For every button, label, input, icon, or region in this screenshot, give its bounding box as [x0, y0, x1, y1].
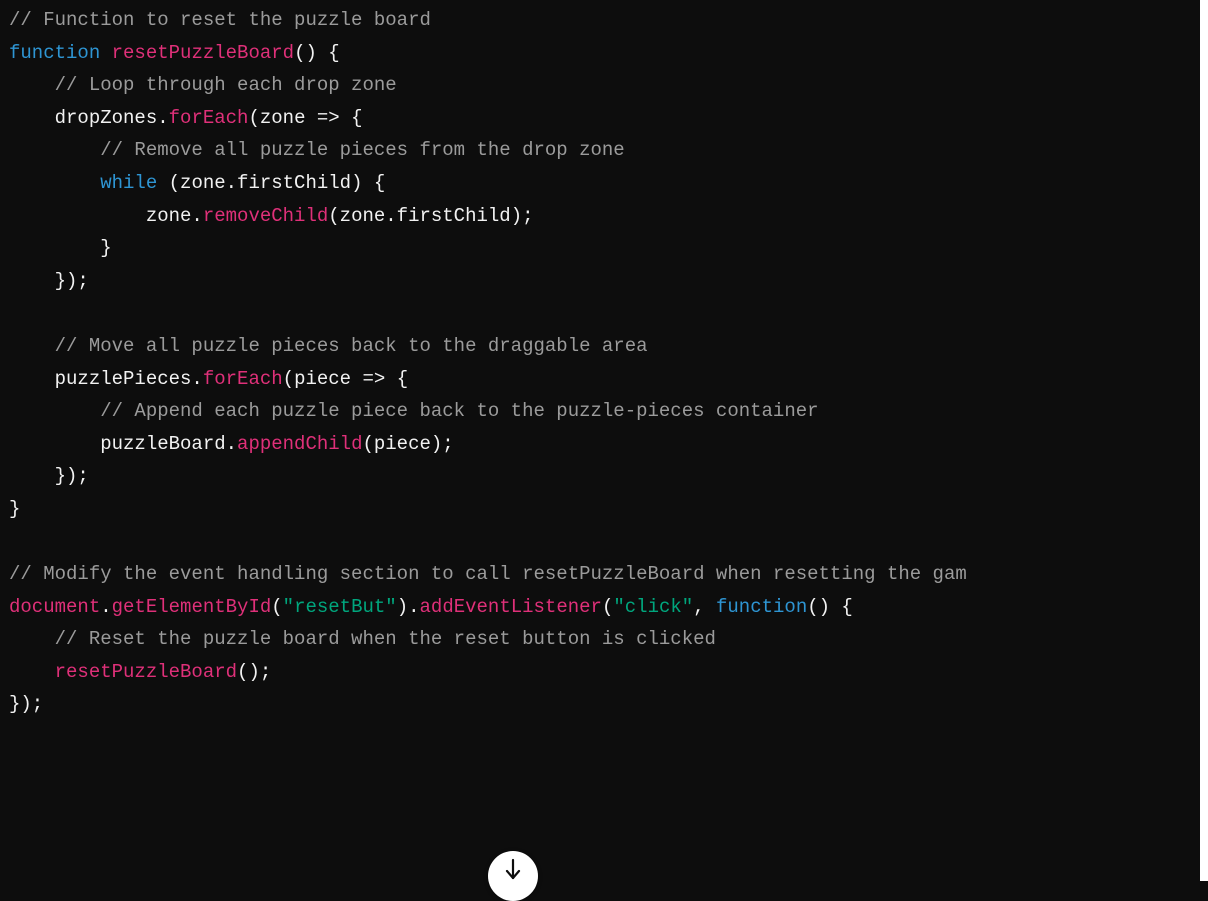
code-token-string: "click" — [613, 595, 694, 618]
code-token-comment: // Move all puzzle pieces back to the dr… — [54, 334, 648, 357]
code-token-plain: ( — [271, 595, 283, 618]
code-line: } — [9, 232, 967, 265]
code-line: }); — [9, 265, 967, 298]
code-token-fn: document — [9, 595, 101, 618]
code-token-plain: . — [100, 595, 112, 618]
code-line: // Append each puzzle piece back to the … — [9, 395, 967, 428]
code-token-plain: (); — [237, 660, 272, 683]
code-line: function resetPuzzleBoard() { — [9, 37, 967, 70]
code-token-plain: zone. — [9, 204, 203, 227]
code-token-fn: appendChild — [237, 432, 363, 455]
code-token-plain: }); — [9, 269, 89, 292]
code-token-comment: // Loop through each drop zone — [54, 74, 397, 97]
code-token-plain: (zone.firstChild) { — [157, 171, 386, 194]
code-token-fn: removeChild — [202, 204, 329, 227]
code-token-fn: forEach — [202, 367, 283, 390]
code-token-comment: // Reset the puzzle board when the reset… — [54, 628, 716, 651]
code-token-keyword: while — [100, 171, 158, 194]
code-token-fn: forEach — [168, 106, 249, 129]
code-token-plain: } — [9, 497, 21, 520]
code-token-plain: puzzlePieces. — [9, 367, 203, 390]
code-token-comment: // Function to reset the puzzle board — [9, 9, 431, 31]
code-line: // Function to reset the puzzle board — [9, 4, 967, 37]
code-line: // Loop through each drop zone — [9, 69, 967, 102]
code-token-fn: resetPuzzleBoard — [111, 41, 295, 64]
code-token-plain: ( — [601, 595, 614, 618]
code-line: }); — [9, 460, 967, 493]
code-block: // Function to reset the puzzle board fun… — [0, 0, 1200, 881]
code-token-comment: // Remove all puzzle pieces from the dro… — [100, 139, 625, 162]
code-token-plain: }); — [9, 693, 44, 716]
code-token-plain: (zone => { — [248, 106, 363, 129]
code-token-plain: (piece => { — [282, 367, 409, 390]
code-line: dropZones.forEach(zone => { — [9, 102, 967, 135]
code-line: // Reset the puzzle board when the reset… — [9, 623, 967, 656]
code-token-plain: (zone.firstChild); — [328, 204, 534, 227]
code-line: } — [9, 493, 967, 526]
code-token-plain: () { — [294, 41, 340, 64]
code-lines: // Function to reset the puzzle board fun… — [9, 4, 967, 721]
code-token-plain: } — [9, 237, 112, 260]
code-line: zone.removeChild(zone.firstChild); — [9, 200, 967, 233]
code-line: // Modify the event handling section to … — [9, 558, 967, 591]
scroll-to-bottom-button[interactable] — [488, 851, 538, 901]
code-token-plain: , — [693, 595, 716, 618]
code-token-plain: dropZones. — [9, 106, 169, 129]
code-line: // Move all puzzle pieces back to the dr… — [9, 330, 967, 363]
code-token-fn: addEventListener — [419, 595, 602, 618]
code-token-plain: puzzleBoard. — [9, 432, 238, 455]
code-token-comment: // Modify the event handling section to … — [9, 563, 967, 586]
code-line: // Remove all puzzle pieces from the dro… — [9, 134, 967, 167]
code-token-plain: (piece); — [362, 432, 454, 455]
code-token-keyword: function — [716, 595, 808, 618]
code-token-plain: }); — [9, 465, 89, 488]
arrow-down-icon — [505, 858, 521, 880]
code-token-plain: ). — [396, 595, 420, 618]
code-line: document.getElementById("resetBut").addE… — [9, 591, 967, 624]
code-token-fn: resetPuzzleBoard — [54, 660, 238, 683]
code-token-fn: getElementById — [111, 595, 272, 618]
code-token-plain: () { — [807, 595, 853, 618]
code-line: puzzleBoard.appendChild(piece); — [9, 428, 967, 461]
code-token-keyword: function — [9, 41, 101, 64]
code-content: // Function to reset the puzzle board fun… — [9, 4, 967, 721]
code-line: while (zone.firstChild) { — [9, 167, 967, 200]
code-line: puzzlePieces.forEach(piece => { — [9, 363, 967, 396]
panel-edge — [1200, 0, 1208, 881]
code-token-comment: // Append each puzzle piece back to the … — [100, 400, 819, 423]
code-line: }); — [9, 688, 967, 721]
code-token-string: "resetBut" — [282, 595, 397, 618]
code-line: resetPuzzleBoard(); — [9, 656, 967, 689]
